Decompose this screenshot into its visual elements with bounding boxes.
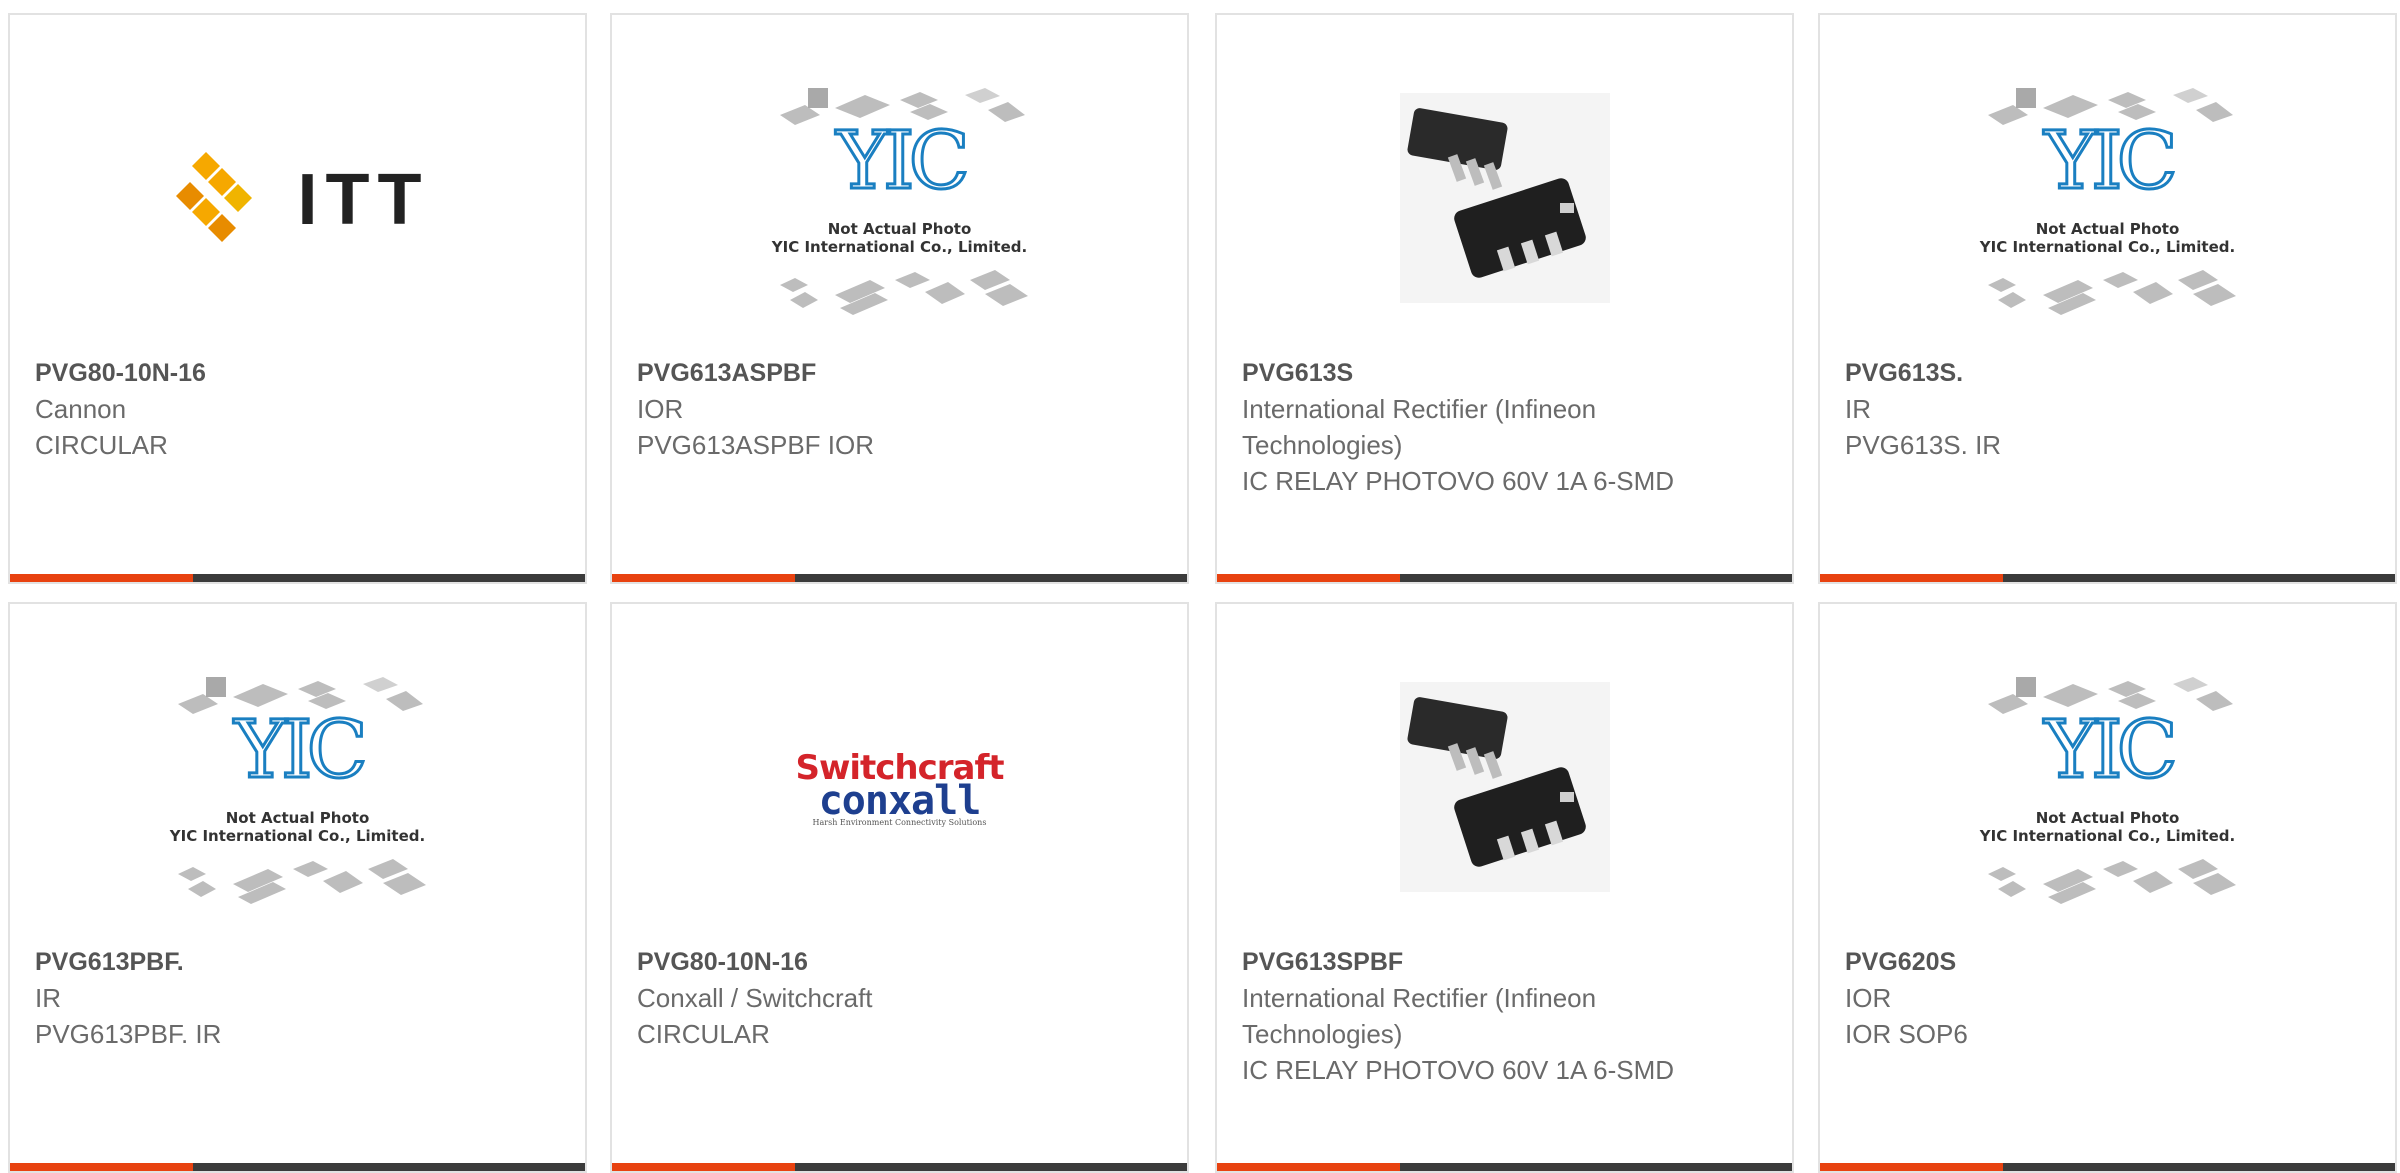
product-info: PVG613SPBF International Rectifier (Infi… — [1242, 944, 1712, 1088]
product-info: PVG80-10N-16 Conxall / Switchcraft CIRCU… — [637, 944, 1107, 1052]
placeholder-caption: Not Actual Photo — [2035, 220, 2180, 238]
product-card[interactable]: YIC Not Actual Photo YIC International C… — [1818, 602, 2397, 1173]
yic-logo-text: YIC — [2043, 703, 2173, 796]
manufacturer: Cannon — [35, 394, 127, 424]
product-card[interactable]: YIC Not Actual Photo YIC International C… — [610, 13, 1189, 584]
product-info: PVG613ASPBF IOR PVG613ASPBF IOR — [637, 355, 1107, 463]
card-accent-bar — [10, 1163, 193, 1171]
product-image[interactable]: YIC Not Actual Photo YIC International C… — [1820, 45, 2395, 355]
product-image[interactable] — [1217, 45, 1792, 355]
placeholder-caption: Not Actual Photo — [827, 220, 972, 238]
card-accent-bar — [1820, 1163, 2003, 1171]
chip-photo — [1399, 681, 1610, 897]
product-card[interactable]: YIC Not Actual Photo YIC International C… — [8, 602, 587, 1173]
part-number-link[interactable]: PVG613SPBF — [1242, 944, 1712, 980]
card-accent-bar — [1217, 574, 1400, 582]
yic-placeholder-image: YIC Not Actual Photo YIC International C… — [760, 80, 1040, 320]
card-accent-bar — [1820, 574, 2003, 582]
card-bottom-bar — [612, 574, 1187, 582]
product-grid: ITT PVG80-10N-16 Cannon CIRCULAR YIC Not… — [0, 0, 2400, 1173]
product-card[interactable]: Switchcraft conxall Harsh Environment Co… — [610, 602, 1189, 1173]
logo-tagline: Harsh Environment Connectivity Solutions — [812, 817, 987, 827]
itt-logo-text: ITT — [297, 160, 430, 240]
card-bottom-bar — [1217, 574, 1792, 582]
placeholder-company: YIC International Co., Limited. — [169, 827, 426, 845]
description: PVG613S. IR — [1845, 430, 2002, 460]
product-image[interactable]: YIC Not Actual Photo YIC International C… — [1820, 634, 2395, 944]
product-image[interactable]: YIC Not Actual Photo YIC International C… — [10, 634, 585, 944]
conxall-logo-text: conxall — [818, 777, 982, 824]
product-info: PVG613S. IR PVG613S. IR — [1845, 355, 2315, 463]
placeholder-caption: Not Actual Photo — [225, 809, 370, 827]
card-bottom-bar — [10, 574, 585, 582]
itt-logo: ITT — [166, 144, 430, 256]
part-number-link[interactable]: PVG613S. — [1845, 355, 2315, 391]
manufacturer: International Rectifier (Infineon Techno… — [1242, 394, 1597, 460]
yic-logo-text: YIC — [233, 703, 363, 796]
product-card[interactable]: YIC Not Actual Photo YIC International C… — [1818, 13, 2397, 584]
placeholder-company: YIC International Co., Limited. — [1979, 238, 2236, 256]
card-bottom-bar — [1217, 1163, 1792, 1171]
product-card[interactable]: PVG613SPBF International Rectifier (Infi… — [1215, 602, 1794, 1173]
card-bottom-bar — [10, 1163, 585, 1171]
description: CIRCULAR — [637, 1019, 770, 1049]
part-number-link[interactable]: PVG80-10N-16 — [35, 355, 505, 391]
part-number-link[interactable]: PVG613ASPBF — [637, 355, 1107, 391]
product-image[interactable]: Switchcraft conxall Harsh Environment Co… — [612, 634, 1187, 944]
product-image[interactable] — [1217, 634, 1792, 944]
manufacturer: IOR — [1845, 983, 1892, 1013]
card-accent-bar — [612, 574, 795, 582]
card-bottom-bar — [612, 1163, 1187, 1171]
yic-placeholder-image: YIC Not Actual Photo YIC International C… — [1968, 669, 2248, 909]
description: IC RELAY PHOTOVO 60V 1A 6-SMD — [1242, 1055, 1675, 1085]
itt-mark-icon — [166, 144, 278, 256]
product-image[interactable]: ITT — [10, 45, 585, 355]
yic-placeholder-image: YIC Not Actual Photo YIC International C… — [158, 669, 438, 909]
part-number-link[interactable]: PVG80-10N-16 — [637, 944, 1107, 980]
card-accent-bar — [10, 574, 193, 582]
product-info: PVG620S IOR IOR SOP6 — [1845, 944, 2315, 1052]
yic-logo-text: YIC — [835, 114, 965, 207]
manufacturer: International Rectifier (Infineon Techno… — [1242, 983, 1597, 1049]
description: PVG613ASPBF IOR — [637, 430, 874, 460]
product-card[interactable]: PVG613S International Rectifier (Infineo… — [1215, 13, 1794, 584]
placeholder-company: YIC International Co., Limited. — [771, 238, 1028, 256]
product-card[interactable]: ITT PVG80-10N-16 Cannon CIRCULAR — [8, 13, 587, 584]
product-info: PVG613PBF. IR PVG613PBF. IR — [35, 944, 505, 1052]
placeholder-company: YIC International Co., Limited. — [1979, 827, 2236, 845]
product-image[interactable]: YIC Not Actual Photo YIC International C… — [612, 45, 1187, 355]
switchcraft-logo: Switchcraft conxall Harsh Environment Co… — [795, 751, 1004, 827]
card-accent-bar — [1217, 1163, 1400, 1171]
part-number-link[interactable]: PVG613PBF. — [35, 944, 505, 980]
chip-photo — [1399, 92, 1610, 308]
description: IC RELAY PHOTOVO 60V 1A 6-SMD — [1242, 466, 1675, 496]
card-bottom-bar — [1820, 574, 2395, 582]
manufacturer: IR — [35, 983, 61, 1013]
yic-placeholder-image: YIC Not Actual Photo YIC International C… — [1968, 80, 2248, 320]
manufacturer: IR — [1845, 394, 1871, 424]
description: CIRCULAR — [35, 430, 168, 460]
card-accent-bar — [612, 1163, 795, 1171]
description: PVG613PBF. IR — [35, 1019, 222, 1049]
description: IOR SOP6 — [1845, 1019, 1968, 1049]
yic-logo-text: YIC — [2043, 114, 2173, 207]
manufacturer: Conxall / Switchcraft — [637, 983, 873, 1013]
product-info: PVG613S International Rectifier (Infineo… — [1242, 355, 1712, 499]
part-number-link[interactable]: PVG620S — [1845, 944, 2315, 980]
manufacturer: IOR — [637, 394, 684, 424]
card-bottom-bar — [1820, 1163, 2395, 1171]
placeholder-caption: Not Actual Photo — [2035, 809, 2180, 827]
product-info: PVG80-10N-16 Cannon CIRCULAR — [35, 355, 505, 463]
part-number-link[interactable]: PVG613S — [1242, 355, 1712, 391]
